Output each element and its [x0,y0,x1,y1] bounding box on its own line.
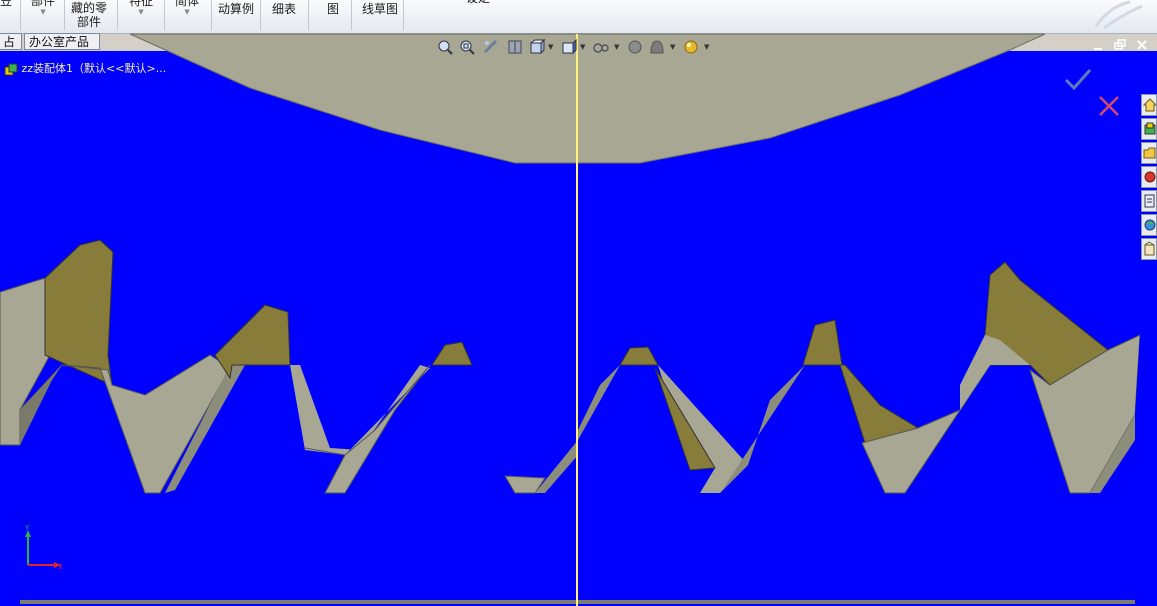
edit-appearance-icon[interactable] [626,38,644,56]
view-orientation-icon[interactable] [528,38,546,56]
chevron-down-icon[interactable]: ▼ [548,43,553,51]
tree-root-label: zz装配体1（默认<<默认>... [21,62,167,75]
zoom-to-fit-icon[interactable] [436,38,454,56]
chevron-down-icon[interactable]: ▼ [704,43,709,51]
coordinate-triad: Y X [18,524,68,575]
hide-show-icon[interactable] [592,38,610,56]
chevron-down-icon[interactable]: ▼ [614,43,619,51]
view-palette-icon[interactable] [1141,166,1157,188]
feature-tree-root[interactable]: zz装配体1（默认<<默认>... [4,60,166,76]
axis-triad-icon: Y X [24,524,63,571]
zoom-area-icon[interactable] [458,38,476,56]
section-view-icon[interactable] [506,38,524,56]
graphics-area[interactable] [0,33,1157,606]
right-edge-fill [1135,325,1157,606]
gear-model-view [0,33,1157,606]
task-pane-tabs [1141,94,1157,262]
assembly-icon [4,63,18,75]
restore-icon[interactable] [1113,38,1127,52]
minimize-icon[interactable] [1091,38,1105,52]
svg-text:Y: Y [24,525,30,532]
display-style-icon[interactable] [560,38,578,56]
apply-scene-icon[interactable] [648,38,666,56]
custom-properties-icon[interactable] [1141,190,1157,212]
realview-icon[interactable] [682,38,700,56]
file-explorer-icon[interactable] [1141,142,1157,164]
window-controls [1091,38,1151,54]
chevron-down-icon[interactable]: ▼ [580,43,585,51]
svg-text:X: X [58,563,63,571]
appearances-icon[interactable] [1141,214,1157,236]
chevron-down-icon[interactable]: ▼ [670,43,675,51]
design-library-icon[interactable] [1141,118,1157,140]
search-icon[interactable] [1141,238,1157,260]
close-window-icon[interactable] [1135,38,1149,52]
home-icon[interactable] [1141,94,1157,116]
previous-view-icon[interactable] [482,38,500,56]
